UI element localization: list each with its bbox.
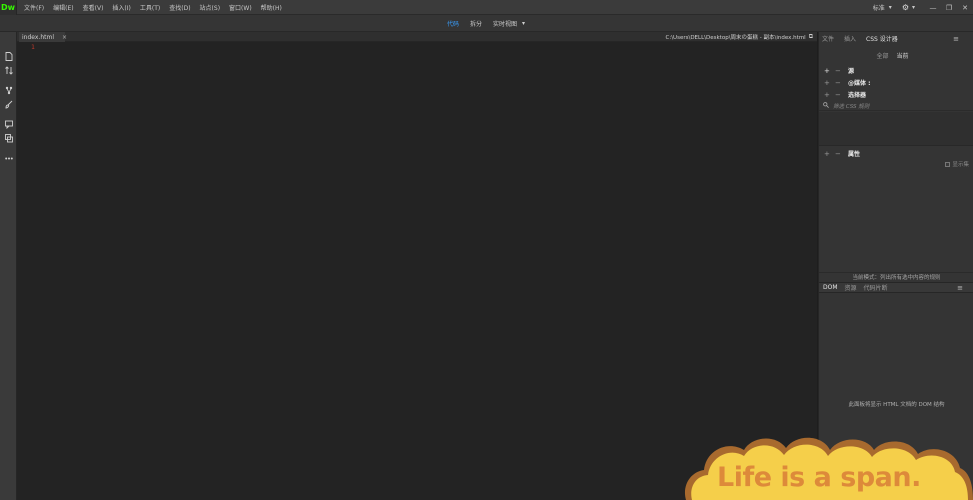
css-filter[interactable]: 筛选 CSS 规则 (819, 101, 973, 111)
add-property-icon[interactable]: + (824, 150, 835, 158)
menu-tools[interactable]: 工具(T) (140, 3, 160, 12)
branch-icon[interactable] (0, 86, 17, 98)
tab-css-designer[interactable]: CSS 设计器 (866, 34, 898, 43)
add-selector-icon[interactable]: + (824, 91, 835, 99)
brush-icon[interactable] (0, 100, 17, 112)
more-options-icon[interactable] (0, 154, 17, 166)
view-switcher: 代码 拆分 实时视图 ▾ (447, 15, 536, 32)
close-window-button[interactable]: ✕ (957, 4, 973, 12)
menu-edit[interactable]: 编辑(E) (53, 3, 73, 12)
view-live-button[interactable]: 实时视图 (493, 19, 517, 28)
menu-insert[interactable]: 插入(I) (112, 3, 130, 12)
search-icon (823, 101, 829, 110)
properties-title: 属性 (848, 151, 861, 158)
minimize-button[interactable]: — (925, 4, 941, 12)
tab-snippets[interactable]: 代码片断 (864, 283, 888, 292)
document-tab-strip: index.html × C:\Users\DELL\Desktop\周末の蛋糕… (17, 32, 817, 42)
menu-file[interactable]: 文件(F) (24, 3, 44, 12)
app-logo[interactable]: Dw (0, 0, 17, 15)
add-source-icon[interactable]: + (824, 67, 835, 75)
tab-files[interactable]: 文件 (822, 34, 834, 43)
document-tab[interactable]: index.html × (19, 32, 67, 42)
dom-panel-tabs: DOM 资源 代码片断 ≡ (819, 282, 973, 293)
media-title: @媒体 : (848, 80, 871, 87)
properties-list[interactable] (819, 170, 973, 272)
tab-insert[interactable]: 插入 (844, 34, 856, 43)
sources-title: 源 (848, 68, 855, 75)
line-number: 1 (31, 44, 35, 51)
remove-source-icon[interactable]: − (835, 67, 846, 75)
workspace-switcher[interactable]: 标准 (873, 3, 885, 12)
watermark-text: Life is a span. (717, 462, 921, 493)
main-menu: 文件(F) 编辑(E) 查看(V) 插入(I) 工具(T) 查找(D) 站点(S… (24, 3, 291, 12)
css-mode-tabs: 全部 当前 (819, 49, 973, 61)
mode-hint: 当前模式：列出所有选中内容的规则 (819, 272, 973, 282)
snippet-icon[interactable] (0, 134, 17, 146)
selectors-list[interactable] (819, 112, 973, 146)
dom-panel-menu-icon[interactable]: ≡ (957, 284, 963, 292)
close-tab-icon[interactable]: × (62, 34, 67, 41)
properties-section: + − 属性 (819, 148, 973, 159)
remove-media-icon[interactable]: − (835, 79, 846, 87)
view-code-button[interactable]: 代码 (447, 19, 459, 28)
live-view-caret-icon[interactable]: ▾ (522, 20, 525, 27)
file-icon[interactable] (0, 52, 17, 64)
gear-icon[interactable]: ⚙ (902, 3, 909, 12)
selectors-title: 选择器 (848, 92, 867, 99)
tab-assets[interactable]: 资源 (845, 283, 857, 292)
gear-caret-icon[interactable]: ▾ (912, 4, 915, 11)
sort-arrows-icon[interactable] (0, 66, 17, 78)
menu-find[interactable]: 查找(D) (169, 3, 190, 12)
sources-section: + − 源 (819, 65, 973, 76)
menu-bar: Dw 文件(F) 编辑(E) 查看(V) 插入(I) 工具(T) 查找(D) 站… (0, 0, 973, 15)
show-set-label: 显示集 (952, 162, 969, 168)
subtab-all[interactable]: 全部 (876, 51, 888, 60)
comment-icon[interactable] (0, 120, 17, 132)
line-gutter: 1 (17, 42, 39, 500)
show-set-checkbox[interactable] (945, 161, 951, 167)
media-section: + − @媒体 : (819, 77, 973, 88)
css-filter-input[interactable]: 筛选 CSS 规则 (833, 102, 869, 110)
restore-button[interactable]: ❐ (941, 4, 957, 12)
menu-site[interactable]: 站点(S) (200, 3, 221, 12)
left-toolbar (0, 32, 17, 500)
menu-help[interactable]: 帮助(H) (261, 3, 282, 12)
remove-property-icon[interactable]: − (835, 150, 846, 158)
panel-tabs: 文件 插入 CSS 设计器 ≡ (819, 32, 973, 45)
document-path-text: C:\Users\DELL\Desktop\周末の蛋糕 - 副本\index.h… (665, 35, 806, 41)
document-tab-label: index.html (22, 33, 54, 41)
selectors-section: + − 选择器 (819, 89, 973, 100)
menu-window[interactable]: 窗口(W) (229, 3, 252, 12)
workspace-caret-icon[interactable]: ▾ (889, 4, 892, 11)
menu-view[interactable]: 查看(V) (83, 3, 104, 12)
document-path: C:\Users\DELL\Desktop\周末の蛋糕 - 副本\index.h… (666, 32, 813, 42)
add-media-icon[interactable]: + (824, 79, 835, 87)
subtab-current[interactable]: 当前 (897, 51, 909, 60)
open-in-browser-icon[interactable]: ⧉ (809, 33, 813, 41)
remove-selector-icon[interactable]: − (835, 91, 846, 99)
menubar-right: 标准 ▾ ⚙ ▾ — ❐ ✕ (873, 0, 973, 15)
view-toolbar: 代码 拆分 实时视图 ▾ (0, 15, 973, 32)
view-split-button[interactable]: 拆分 (470, 19, 482, 28)
tab-dom[interactable]: DOM (823, 284, 838, 291)
dom-empty-message: 此面板将显示 HTML 文档的 DOM 结构 (848, 402, 945, 408)
panel-menu-icon[interactable]: ≡ (953, 35, 959, 43)
show-set-toggle[interactable]: 显示集 (945, 160, 969, 168)
